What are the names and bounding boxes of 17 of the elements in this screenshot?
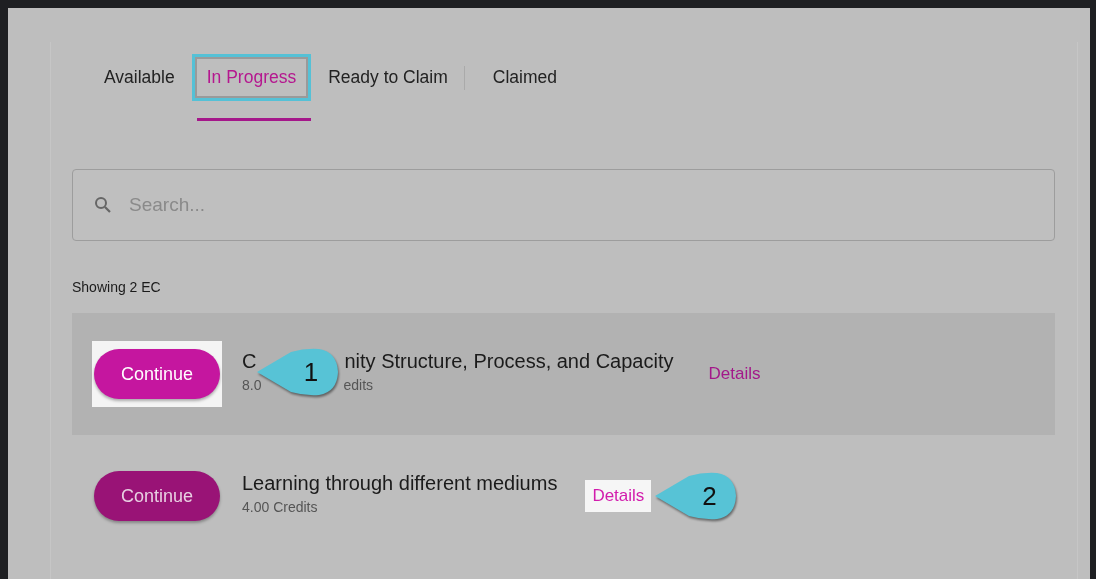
continue-button[interactable]: Continue bbox=[94, 471, 220, 521]
credits-text: 8.0 bbox=[242, 376, 262, 393]
result-count: Showing 2 EC bbox=[72, 279, 162, 295]
tab[interactable]: Available bbox=[89, 54, 190, 101]
course-title: Learning through different mediums bbox=[242, 471, 558, 495]
credits-text: 4.00 Credits bbox=[242, 498, 318, 515]
callout-number: 1 bbox=[302, 356, 320, 387]
course-title: C bbox=[242, 349, 257, 373]
details-link[interactable]: Details bbox=[701, 358, 768, 390]
course-title: nity Structure, Process, and Capacity bbox=[344, 349, 674, 373]
tab[interactable]: Ready to Claim bbox=[313, 54, 463, 101]
tab[interactable]: Claimed bbox=[477, 54, 573, 101]
details-link[interactable]: Details bbox=[585, 480, 652, 512]
continue-button[interactable]: Continue bbox=[94, 349, 220, 399]
credits-text: edits bbox=[343, 376, 374, 393]
search-icon bbox=[94, 196, 112, 214]
callout-number: 2 bbox=[701, 481, 718, 511]
